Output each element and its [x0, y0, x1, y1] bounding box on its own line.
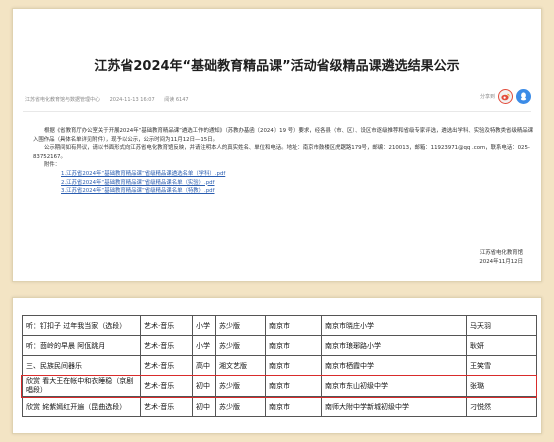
city-cell: 南京市 — [265, 396, 322, 417]
subject-cell: 艺术·音乐 — [140, 355, 193, 376]
publisher-text: 江苏省电化教育馆与数据管理中心 — [25, 97, 101, 103]
roster-table: 听：钉扣子 过年我当家（选段） 艺术·音乐 小学 苏少版 南京市 南京市晓庄小学 马天羽 听：… — [22, 315, 537, 417]
lesson-title-cell: 三、民族民间器乐 — [22, 355, 141, 376]
edition-cell: 苏少版 — [215, 396, 266, 417]
share-label: 分享到 — [479, 94, 495, 100]
level-cell: 初中 — [192, 396, 216, 417]
notice-panel: 江苏省2024年“基础教育精品课”活动省级精品课遴选结果公示 江苏省电化教育馆与… — [12, 8, 542, 282]
table-row: 听：钉扣子 过年我当家（选段） 艺术·音乐 小学 苏少版 南京市 南京市晓庄小学 马天羽 — [22, 315, 537, 336]
school-cell: 南京市琅琊路小学 — [321, 335, 467, 356]
lesson-title-cell: 听：钉扣子 过年我当家（选段） — [22, 315, 141, 336]
attachment-link[interactable]: 1.江苏省2024年“基础教育精品课”省级精品课遴选名单（学科）.pdf — [61, 171, 225, 177]
lesson-title-cell: 欣赏 看大王在帐中和衣睡稳（京剧唱段） — [22, 375, 141, 397]
share-bar: 分享到 — [480, 89, 531, 104]
city-cell: 南京市 — [265, 375, 322, 397]
notice-body: 根据《省教育厅办公室关于开展2024年“基础教育精品课”遴选工作的通知》（苏教办… — [33, 127, 533, 196]
subject-cell: 艺术·音乐 — [140, 315, 193, 336]
attachment-list: 附件： 1.江苏省2024年“基础教育精品课”省级精品课遴选名单（学科）.pdf… — [33, 161, 533, 195]
attachment-item: 3.江苏省2024年“基础教育精品课”省级精品课名单（特教）.pdf — [33, 187, 533, 196]
header-divider — [23, 111, 531, 112]
attachments-label: 附件： — [44, 162, 61, 169]
school-cell: 南京市栖霞中学 — [321, 355, 467, 376]
school-cell: 南京市东山初级中学 — [321, 375, 467, 397]
teacher-cell: 王笑雪 — [466, 355, 537, 376]
teacher-cell: 刁悦然 — [466, 396, 537, 417]
table-row: 听：茴岭的早晨 阿佤跳月 艺术·音乐 小学 苏少版 南京市 南京市琅琊路小学 耿妍 — [22, 335, 537, 356]
attachment-item: 2.江苏省2024年“基础教育精品课”省级精品课名单（实验）.pdf — [33, 179, 533, 188]
table-row: 欣赏 看大王在帐中和衣睡稳（京剧唱段） 艺术·音乐 初中 苏少版 南京市 南京市东山初级中… — [22, 375, 537, 397]
school-cell: 南京市晓庄小学 — [321, 315, 467, 336]
level-cell: 高中 — [192, 355, 216, 376]
attachment-item: 1.江苏省2024年“基础教育精品课”省级精品课遴选名单（学科）.pdf — [33, 170, 533, 179]
subject-cell: 艺术·音乐 — [140, 335, 193, 356]
table-row: 欣赏 姹紫嫣红开遍（昆曲选段） 艺术·音乐 初中 苏少版 南京市 南师大附中学新城初级中学… — [22, 396, 537, 417]
publish-datetime: 2024-11-13 16:07 — [109, 97, 155, 103]
edition-cell: 湘文艺版 — [215, 355, 266, 376]
edition-cell: 苏少版 — [215, 335, 266, 356]
signature-org: 江苏省电化教育馆 — [479, 250, 523, 256]
notice-paragraph: 根据《省教育厅办公室关于开展2024年“基础教育精品课”遴选工作的通知》（苏教办… — [33, 128, 534, 143]
city-cell: 南京市 — [265, 315, 322, 336]
edition-cell: 苏少版 — [215, 315, 266, 336]
subject-cell: 艺术·音乐 — [140, 396, 193, 417]
view-count: 阅读 6147 — [164, 97, 189, 103]
teacher-cell: 张璐 — [466, 375, 537, 397]
notice-title: 江苏省2024年“基础教育精品课”活动省级精品课遴选结果公示 — [94, 59, 460, 74]
school-cell: 南师大附中学新城初级中学 — [321, 396, 467, 417]
signature-block: 江苏省电化教育馆 2024年11月12日 — [479, 249, 523, 267]
notice-paragraph: 公示期间如有异议，请以书面形式向江苏省电化教育馆反映，并请注明本人的真实姓名、单… — [33, 145, 530, 160]
attachment-link[interactable]: 3.江苏省2024年“基础教育精品课”省级精品课名单（特教）.pdf — [61, 188, 215, 194]
table-row: 三、民族民间器乐 艺术·音乐 高中 湘文艺版 南京市 南京市栖霞中学 王笑雪 — [22, 355, 537, 376]
roster-panel: 听：钉扣子 过年我当家（选段） 艺术·音乐 小学 苏少版 南京市 南京市晓庄小学 马天羽 听：… — [12, 297, 542, 434]
teacher-cell: 马天羽 — [466, 315, 537, 336]
notice-meta: 江苏省电化教育馆与数据管理中心 2024-11-13 16:07 阅读 6147 — [25, 96, 197, 103]
attachment-link[interactable]: 2.江苏省2024年“基础教育精品课”省级精品课名单（实验）.pdf — [61, 180, 215, 186]
signature-date: 2024年11月12日 — [479, 259, 523, 265]
level-cell: 小学 — [192, 335, 216, 356]
level-cell: 初中 — [192, 375, 216, 397]
weibo-icon[interactable] — [498, 89, 513, 104]
level-cell: 小学 — [192, 315, 216, 336]
teacher-cell: 耿妍 — [466, 335, 537, 356]
subject-cell: 艺术·音乐 — [140, 375, 193, 397]
qq-icon[interactable] — [516, 89, 531, 104]
city-cell: 南京市 — [265, 335, 322, 356]
city-cell: 南京市 — [265, 355, 322, 376]
lesson-title-cell: 听：茴岭的早晨 阿佤跳月 — [22, 335, 141, 356]
lesson-title-cell: 欣赏 姹紫嫣红开遍（昆曲选段） — [22, 396, 141, 417]
edition-cell: 苏少版 — [215, 375, 266, 397]
